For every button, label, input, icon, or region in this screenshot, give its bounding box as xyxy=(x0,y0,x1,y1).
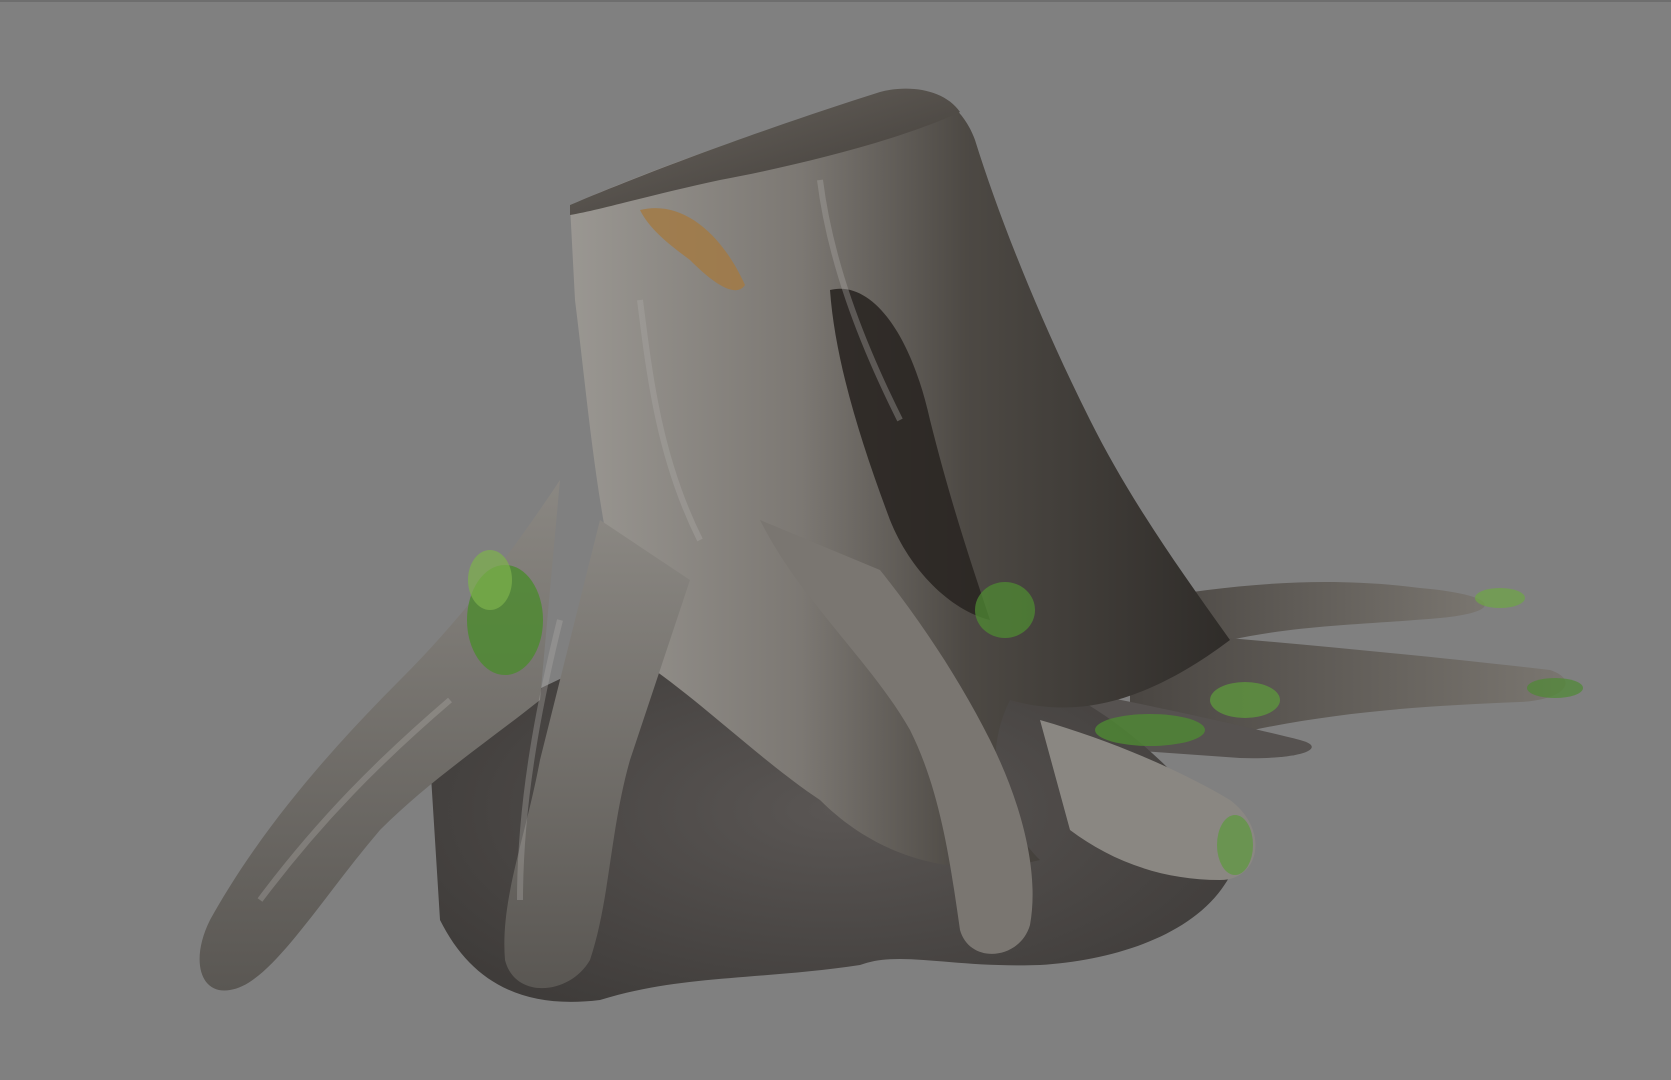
tree-stump-model[interactable] xyxy=(0,0,1671,1080)
3d-viewport[interactable] xyxy=(0,0,1671,1080)
